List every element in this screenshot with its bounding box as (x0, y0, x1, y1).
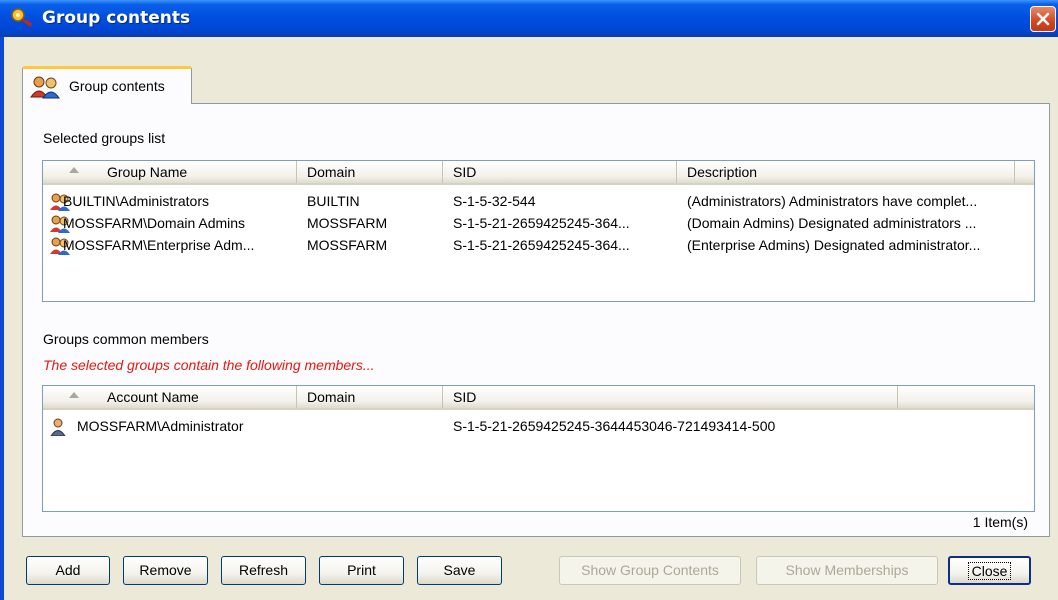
column-header-sid[interactable]: SID (443, 386, 898, 408)
cell-account-name: MOSSFARM\Administrator (77, 418, 244, 434)
sort-ascending-icon (69, 392, 79, 398)
show-memberships-button[interactable]: Show Memberships (756, 556, 938, 585)
key-icon (10, 7, 34, 29)
print-button[interactable]: Print (319, 556, 404, 585)
table-row[interactable]: MOSSFARM\Domain Admins MOSSFARM S-1-5-21… (43, 213, 1034, 235)
selected-groups-label: Selected groups list (43, 130, 166, 146)
column-header-group-name[interactable]: Group Name (43, 161, 297, 183)
cell-group-name: MOSSFARM\Enterprise Adm... (63, 237, 255, 253)
list-header: Group Name Domain SID Description (43, 161, 1034, 185)
common-members-list[interactable]: Account Name Domain SID MOSSFARM\Adminis… (42, 385, 1035, 512)
remove-button[interactable]: Remove (123, 556, 208, 585)
column-header-sid[interactable]: SID (443, 161, 677, 183)
cell-group-name: BUILTIN\Administrators (63, 193, 209, 209)
title-bar[interactable]: Group contents (0, 0, 1058, 37)
cell-sid: S-1-5-21-2659425245-3644453046-721493414… (453, 418, 776, 434)
table-row[interactable]: MOSSFARM\Enterprise Adm... MOSSFARM S-1-… (43, 235, 1034, 257)
cell-sid: S-1-5-32-544 (453, 193, 536, 209)
members-hint-text: The selected groups contain the followin… (43, 357, 375, 373)
common-members-label: Groups common members (43, 331, 209, 347)
cell-sid: S-1-5-21-2659425245-364... (453, 237, 630, 253)
item-count-status: 1 Item(s) (972, 514, 1028, 530)
cell-description: (Enterprise Admins) Designated administr… (687, 237, 981, 253)
cell-description: (Administrators) Administrators have com… (687, 193, 978, 209)
table-row[interactable]: BUILTIN\Administrators BUILTIN S-1-5-32-… (43, 191, 1034, 213)
refresh-button[interactable]: Refresh (221, 556, 306, 585)
group-icon (29, 75, 63, 102)
tab-group-contents[interactable]: Group contents (22, 66, 192, 104)
cell-domain: BUILTIN (307, 193, 360, 209)
user-icon (49, 418, 67, 439)
show-group-contents-button[interactable]: Show Group Contents (559, 556, 741, 585)
window-title: Group contents (42, 8, 191, 28)
window-close-button[interactable] (1030, 6, 1056, 32)
sort-ascending-icon (69, 167, 79, 173)
column-header-account-name[interactable]: Account Name (43, 386, 297, 408)
cell-description: (Domain Admins) Designated administrator… (687, 215, 977, 231)
list-header: Account Name Domain SID (43, 386, 1034, 410)
cell-domain: MOSSFARM (307, 215, 388, 231)
cell-group-name: MOSSFARM\Domain Admins (63, 215, 246, 231)
cell-domain: MOSSFARM (307, 237, 388, 253)
selected-groups-list[interactable]: Group Name Domain SID Description BUILTI… (42, 160, 1035, 302)
tab-label: Group contents (69, 78, 165, 94)
cell-sid: S-1-5-21-2659425245-364... (453, 215, 630, 231)
column-header-domain[interactable]: Domain (297, 161, 443, 183)
add-button[interactable]: Add (26, 556, 110, 585)
table-row[interactable]: MOSSFARM\Administrator S-1-5-21-26594252… (43, 416, 1034, 438)
column-header-description[interactable]: Description (677, 161, 1015, 183)
close-icon (1036, 12, 1050, 26)
column-header-domain[interactable]: Domain (297, 386, 443, 408)
close-button[interactable]: Close (948, 556, 1031, 585)
save-button[interactable]: Save (417, 556, 502, 585)
